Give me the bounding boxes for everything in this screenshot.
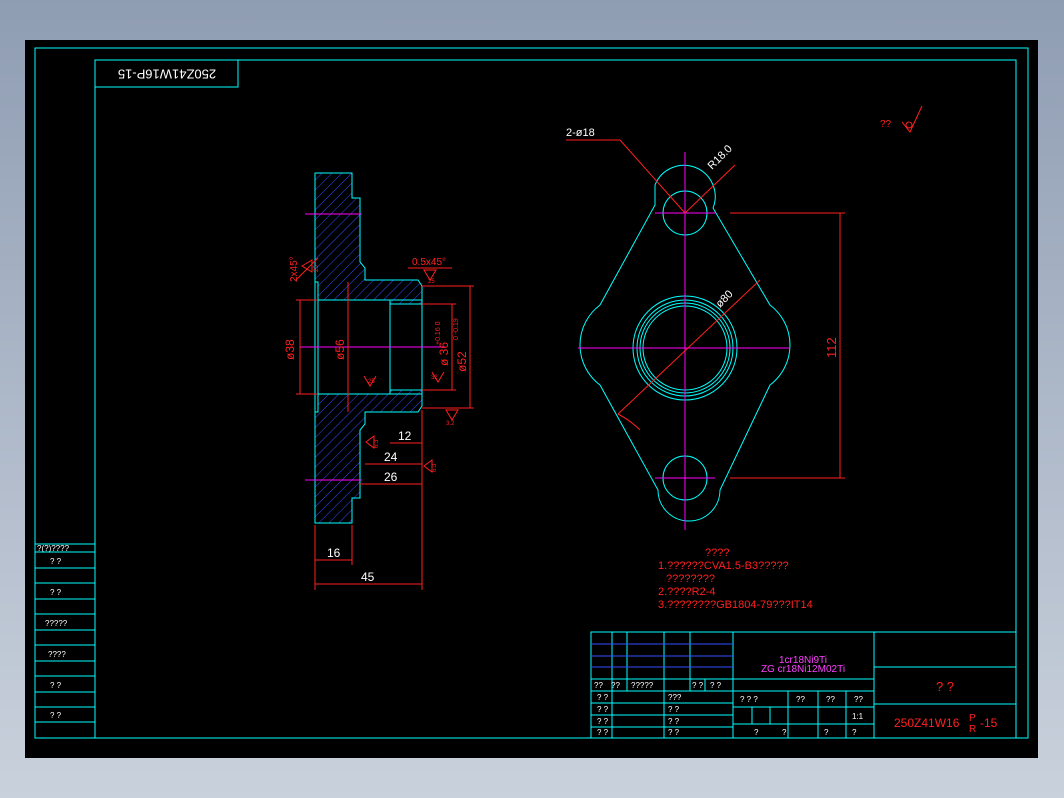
dim-dia-36-tol: +0.16 0 [435,321,442,345]
drawing-name: ? ? [936,679,954,694]
tb-header: ?? [594,681,603,690]
roughness-value: 25 [314,265,320,272]
dim-dia-52-tol: 0 -0.19 [453,318,460,340]
left-strip-header: ?(?)???? [37,544,70,553]
roughness-value: 25 [428,279,435,285]
dim-26: 26 [384,470,398,484]
tb-bottom: ? [824,728,829,737]
tb-header: ? ? [692,681,704,690]
drawing-code-bottom: R [969,724,976,735]
drawing-code-top: P [969,713,976,724]
tb-cell: ? ? [668,728,680,737]
tb-cell: ? ? [597,717,609,726]
roughness-value: 32 [431,375,438,381]
rotated-title: 250Z41W16P-15 [118,67,216,82]
tb-header: ????? [631,681,654,690]
tb-cell: ??? [668,693,682,702]
left-strip-item: ? ? [50,588,62,597]
notes-line: 2.????R2-4 [658,586,716,598]
dim-holes: 2-ø18 [566,127,595,139]
dim-12: 12 [398,429,412,443]
dim-24: 24 [384,450,398,464]
dim-chamfer-top: 0.5x45° [412,257,446,268]
notes-heading: ???? [705,547,729,559]
left-strip-item: ???? [48,650,66,659]
tb-cell: ? ? [597,728,609,737]
tb-cell: ? ? [668,717,680,726]
left-strip-item: ????? [45,619,68,628]
roughness-note: ?? [880,119,892,130]
roughness-value: 6.3 [374,439,380,448]
drawing-code-suffix: -15 [980,716,998,730]
tb-header: ? ? [710,681,722,690]
dim-dia-38: ø38 [283,339,297,360]
tb-bottom: ? [782,728,787,737]
tb-mid-header: ?? [826,695,835,704]
notes-line: 1.??????CVA1.5-B3????? [658,560,789,572]
notes-line: 3.????????GB1804-79???IT14 [658,599,813,611]
left-strip-item: ? ? [50,711,62,720]
dim-dia-56: ø56 [333,339,347,360]
tb-bottom: ? [754,728,759,737]
cad-viewport: 250Z41W16P-15 ?(?)???? ? ? ? ? ????? ???… [0,0,1064,798]
roughness-value: 25 [368,379,375,385]
notes-line: ???????? [666,573,715,585]
drawing-canvas[interactable]: 250Z41W16P-15 ?(?)???? ? ? ? ? ????? ???… [0,0,1064,798]
drawing-code: 250Z41W16 [894,716,960,730]
dim-45: 45 [361,570,375,584]
dim-16: 16 [327,546,341,560]
material-line2: ZG cr18Ni12M02Ti [761,664,845,675]
model-space [25,40,1038,758]
tb-cell: ? ? [597,705,609,714]
dim-dia-52: ø52 [455,351,469,372]
left-strip-item: ? ? [50,681,62,690]
tb-mid-header: ?? [854,695,863,704]
tb-cell: ? ? [597,693,609,702]
dim-112: 112 [824,337,839,358]
tb-bottom: ? [852,728,857,737]
roughness-value: 6.3 [432,463,438,472]
tb-scale: 1:1 [852,712,864,721]
tb-cell: ? ? [668,705,680,714]
roughness-value: 3.2 [446,421,455,427]
left-strip-item: ? ? [50,557,62,566]
dim-chamfer-left: 2x45° [289,256,300,282]
tb-header: ?? [611,681,620,690]
tb-mid-header: ? ? ? [740,695,758,704]
tb-mid-header: ?? [796,695,805,704]
